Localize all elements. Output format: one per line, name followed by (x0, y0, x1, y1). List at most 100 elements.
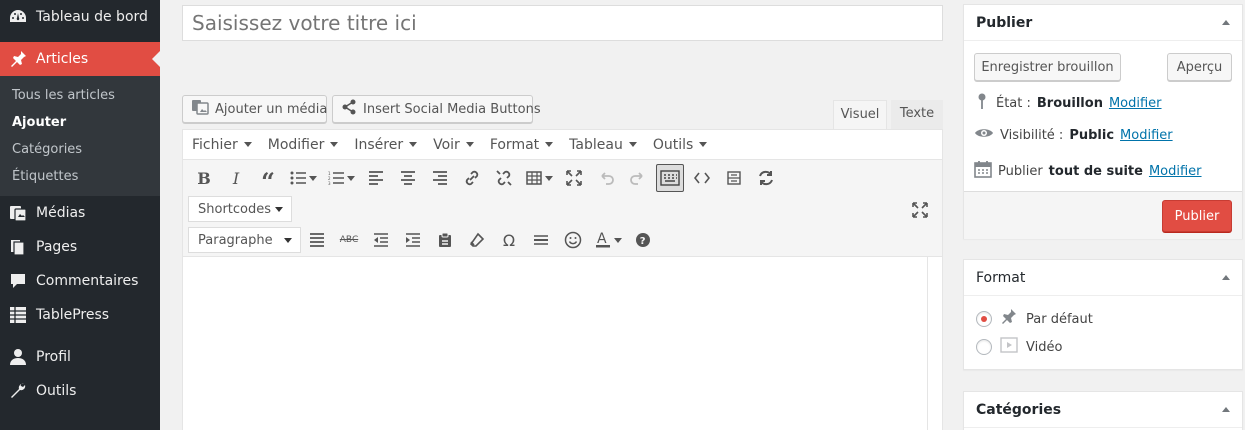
fullscreen-button[interactable] (558, 164, 590, 192)
publish-time-row: Publier tout de suite Modifier (974, 160, 1202, 182)
social-media-buttons-button[interactable]: Insert Social Media Buttons (332, 95, 541, 123)
insert-page-break-button[interactable] (718, 164, 750, 192)
indent-button[interactable] (397, 226, 429, 254)
code-button[interactable] (686, 164, 718, 192)
wrench-icon (0, 381, 36, 401)
align-center-icon (401, 171, 415, 185)
menu-media[interactable]: Médias (0, 196, 160, 230)
menu-tools[interactable]: Outils (0, 374, 160, 408)
collapse-arrow-icon[interactable] (1222, 275, 1230, 280)
menu-label-comments: Commentaires (36, 273, 139, 289)
link-icon (465, 170, 479, 186)
format-option-default[interactable]: Par défaut (976, 308, 1093, 330)
menu-label-tablepress: TablePress (36, 307, 110, 323)
menu-label-pages: Pages (36, 239, 78, 255)
publish-button[interactable]: Publier (1162, 200, 1232, 232)
distraction-free-button[interactable] (904, 196, 936, 224)
save-draft-button[interactable]: Enregistrer brouillon (974, 53, 1121, 81)
blockquote-button[interactable]: “ (252, 164, 284, 194)
outdent-button[interactable] (365, 226, 397, 254)
tinymce-editor: Fichier Modifier Insérer Voir Format Tab… (182, 129, 943, 430)
paste-as-text-button[interactable] (429, 226, 461, 254)
italic-button[interactable]: I (220, 164, 252, 192)
menu-tablepress[interactable]: TablePress (0, 298, 160, 332)
post-status-row: État : Brouillon Modifier (974, 92, 1162, 114)
menu-dashboard[interactable]: Tableau de bord (0, 0, 160, 34)
numbered-list-button[interactable]: 123 (322, 164, 360, 192)
media-icon (191, 99, 209, 119)
indent-icon (406, 233, 420, 247)
table-icon (0, 305, 36, 325)
format-option-video[interactable]: Vidéo (976, 336, 1062, 358)
submenu-add[interactable]: Ajouter (0, 109, 160, 136)
menu-file[interactable]: Fichier (192, 137, 252, 153)
align-left-button[interactable] (360, 164, 392, 192)
preview-button[interactable]: Aperçu (1167, 53, 1232, 81)
chevron-down-icon (308, 175, 317, 181)
menu-label-dashboard: Tableau de bord (36, 9, 148, 25)
smiley-icon (564, 231, 582, 249)
bullet-list-button[interactable] (284, 164, 322, 192)
align-center-button[interactable] (392, 164, 424, 192)
menu-articles[interactable]: Articles (0, 42, 160, 76)
strikethrough-button[interactable]: ABC (333, 226, 365, 254)
justify-button[interactable] (301, 226, 333, 254)
menu-table[interactable]: Tableau (569, 137, 637, 153)
clear-formatting-button[interactable] (461, 226, 493, 254)
collapse-arrow-icon[interactable] (1222, 20, 1230, 25)
align-right-button[interactable] (424, 164, 456, 192)
menu-tools[interactable]: Outils (652, 136, 708, 153)
strikethrough-icon: ABC (339, 235, 359, 245)
radio-video[interactable] (976, 339, 992, 355)
edit-status-link[interactable]: Modifier (1109, 96, 1162, 111)
insert-link-button[interactable] (456, 164, 488, 192)
submenu-categories[interactable]: Catégories (0, 136, 160, 163)
tab-visual[interactable]: Visuel (833, 100, 887, 130)
special-character-button[interactable]: Ω (493, 226, 525, 254)
horizontal-line-icon (534, 235, 548, 245)
editor-content-area[interactable] (183, 257, 927, 430)
menu-view[interactable]: Voir (433, 137, 474, 153)
editor-scrollbar[interactable] (927, 257, 942, 430)
bold-button[interactable]: B (188, 164, 220, 192)
horizontal-line-button[interactable] (525, 226, 557, 254)
menu-comments[interactable]: Commentaires (0, 264, 160, 298)
refresh-button[interactable] (750, 164, 782, 192)
post-title-input[interactable] (183, 6, 942, 40)
menu-format[interactable]: Format (490, 137, 554, 153)
menu-edit[interactable]: Modifier (268, 137, 339, 153)
toolbar-toggle-button[interactable] (656, 164, 684, 192)
publish-box-header[interactable]: Publier (964, 5, 1242, 41)
menu-pages[interactable]: Pages (0, 230, 160, 264)
emoticons-button[interactable] (557, 226, 589, 254)
articles-submenu: Tous les articles Ajouter Catégories Éti… (0, 76, 160, 196)
undo-button[interactable] (590, 164, 622, 192)
chevron-down-icon (545, 142, 554, 147)
edit-publish-time-link[interactable]: Modifier (1149, 164, 1202, 179)
italic-icon: I (232, 168, 240, 188)
text-color-button[interactable]: A (589, 226, 627, 254)
table-button[interactable] (520, 164, 558, 192)
tab-text[interactable]: Texte (891, 100, 943, 129)
code-icon (694, 172, 710, 184)
help-button[interactable]: ? (627, 226, 659, 254)
menu-profile[interactable]: Profil (0, 340, 160, 374)
submenu-tags[interactable]: Étiquettes (0, 163, 160, 190)
redo-button[interactable] (622, 164, 654, 192)
title-field-wrap (182, 5, 943, 41)
collapse-arrow-icon[interactable] (1222, 407, 1230, 412)
format-box-header[interactable]: Format (964, 260, 1242, 296)
add-media-button[interactable]: Ajouter un média (182, 95, 327, 123)
edit-visibility-link[interactable]: Modifier (1120, 128, 1173, 143)
paragraph-format-select[interactable]: Paragraphe (188, 227, 301, 253)
menu-tools-label: Outils (652, 136, 694, 153)
pages-icon (0, 237, 36, 257)
categories-box-header[interactable]: Catégories (964, 392, 1242, 428)
menu-insert[interactable]: Insérer (354, 137, 418, 153)
radio-default[interactable] (976, 311, 992, 327)
table-icon (525, 171, 542, 185)
submenu-all-articles[interactable]: Tous les articles (0, 82, 160, 109)
shortcodes-select[interactable]: Shortcodes (188, 196, 292, 222)
remove-link-button[interactable] (488, 164, 520, 192)
pin-icon (0, 49, 36, 69)
